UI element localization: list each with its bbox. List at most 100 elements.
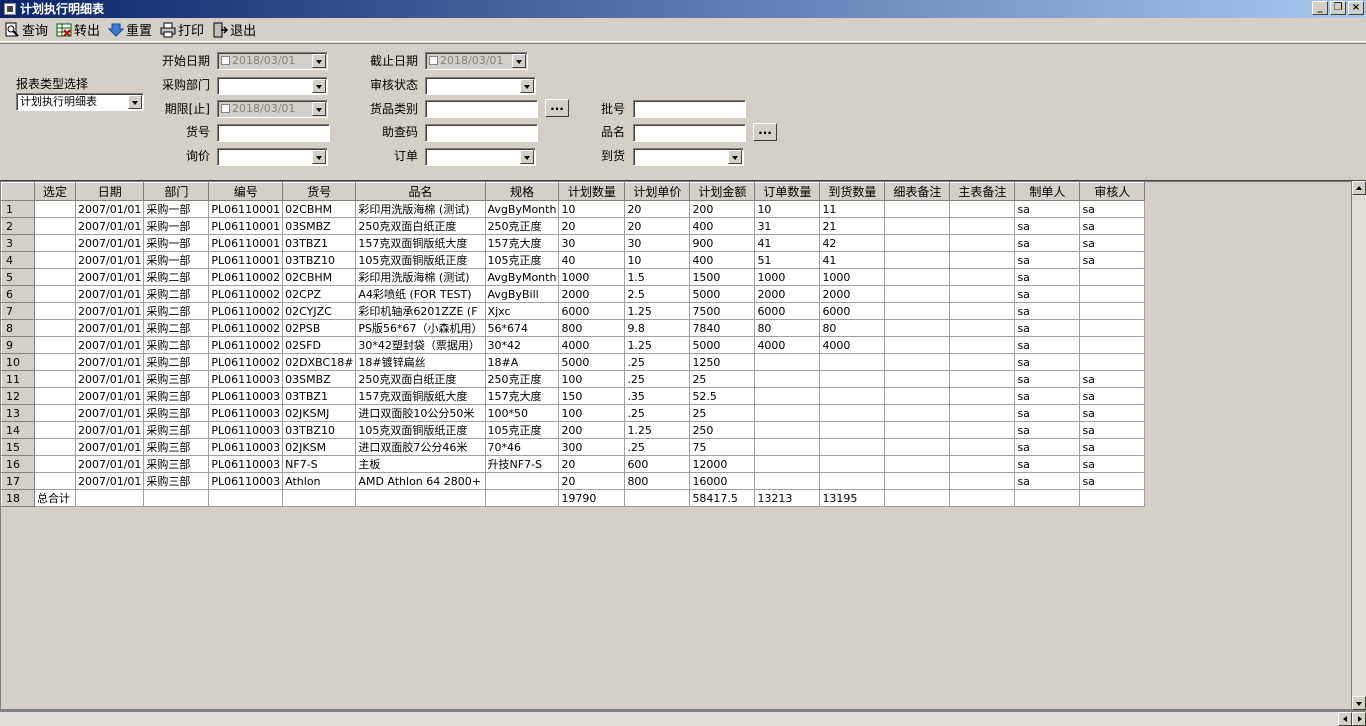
column-header[interactable]: 到货数量: [819, 182, 886, 201]
table-cell[interactable]: 采购三部: [143, 387, 210, 405]
table-cell[interactable]: sa: [1014, 387, 1081, 405]
table-row[interactable]: 1 2007/01/01 采购一部 PL06110001 02CBHM 彩印用洗版海棉 (…: [1, 200, 1146, 218]
table-cell[interactable]: [884, 370, 951, 388]
table-cell[interactable]: [34, 438, 76, 456]
table-cell[interactable]: 02JKSMJ: [282, 404, 357, 422]
table-cell[interactable]: 2000: [754, 285, 821, 303]
scroll-left-button[interactable]: [1338, 712, 1352, 726]
table-cell[interactable]: 1000: [558, 268, 626, 286]
item-name-browse-button[interactable]: ...: [753, 123, 777, 141]
minimize-button[interactable]: _: [1312, 1, 1328, 15]
table-cell[interactable]: sa: [1014, 421, 1081, 439]
table-cell[interactable]: [949, 285, 1016, 303]
column-header[interactable]: 计划数量: [558, 182, 626, 201]
table-cell[interactable]: AvgByMonth: [484, 268, 560, 286]
table-cell[interactable]: 100: [558, 370, 626, 388]
table-cell[interactable]: sa: [1079, 234, 1146, 252]
table-row[interactable]: 14 2007/01/01 采购三部 PL06110003 03TBZ10 105克双面铜…: [1, 421, 1146, 439]
table-cell[interactable]: 彩印机轴承6201ZZE (F: [355, 302, 486, 320]
table-cell[interactable]: sa: [1014, 438, 1081, 456]
table-row[interactable]: 16 2007/01/01 采购三部 PL06110003 NF7-S 主板 升技NF7-S…: [1, 455, 1146, 473]
table-cell[interactable]: 80: [819, 319, 886, 337]
table-cell[interactable]: [949, 268, 1016, 286]
table-cell[interactable]: [949, 217, 1016, 235]
column-header[interactable]: 计划单价: [624, 182, 691, 201]
category-browse-button[interactable]: ...: [545, 99, 569, 117]
table-cell[interactable]: 2007/01/01: [74, 455, 145, 473]
table-cell[interactable]: [884, 336, 951, 354]
table-cell[interactable]: 采购二部: [143, 353, 210, 371]
table-cell[interactable]: .25: [624, 404, 691, 422]
deadline-checkbox[interactable]: [221, 104, 230, 113]
table-cell[interactable]: [1079, 302, 1146, 320]
table-cell[interactable]: [819, 455, 886, 473]
table-cell[interactable]: 31: [754, 217, 821, 235]
table-cell[interactable]: PL06110002: [208, 336, 284, 354]
table-cell[interactable]: PL06110003: [208, 370, 284, 388]
table-cell[interactable]: 采购一部: [143, 200, 210, 218]
table-cell[interactable]: 25: [689, 370, 756, 388]
table-cell[interactable]: 03TBZ1: [282, 387, 357, 405]
table-row[interactable]: 4 2007/01/01 采购一部 PL06110001 03TBZ10 105克双面铜版…: [1, 251, 1146, 269]
table-cell[interactable]: PL06110003: [208, 421, 284, 439]
table-cell[interactable]: AMD Athlon 64 2800+: [355, 472, 486, 490]
table-cell[interactable]: PS版56*67（小森机用）: [355, 319, 486, 337]
table-cell[interactable]: 20: [624, 200, 691, 218]
table-cell[interactable]: sa: [1079, 251, 1146, 269]
table-cell[interactable]: [754, 472, 821, 490]
table-cell[interactable]: [819, 387, 886, 405]
table-cell[interactable]: 02PSB: [282, 319, 357, 337]
table-cell[interactable]: 800: [624, 472, 691, 490]
table-cell[interactable]: 采购二部: [143, 336, 210, 354]
table-cell[interactable]: 21: [819, 217, 886, 235]
table-cell[interactable]: 157克大度: [484, 387, 560, 405]
horizontal-scrollbar[interactable]: [0, 712, 1366, 726]
chevron-down-icon[interactable]: [128, 95, 142, 109]
table-cell[interactable]: 100: [558, 404, 626, 422]
table-row[interactable]: 8 2007/01/01 采购二部 PL06110002 02PSB PS版56*67（小…: [1, 319, 1146, 337]
table-cell[interactable]: [355, 489, 486, 507]
table-cell[interactable]: [949, 438, 1016, 456]
table-cell[interactable]: [884, 268, 951, 286]
table-cell[interactable]: sa: [1079, 370, 1146, 388]
item-name-input[interactable]: [633, 124, 746, 142]
table-cell[interactable]: [754, 438, 821, 456]
table-cell[interactable]: 250克双面白纸正度: [355, 370, 486, 388]
table-cell[interactable]: 6000: [754, 302, 821, 320]
table-cell[interactable]: [949, 353, 1016, 371]
table-cell[interactable]: 18#A: [484, 353, 560, 371]
column-header[interactable]: 主表备注: [949, 182, 1016, 201]
table-cell[interactable]: 2007/01/01: [74, 370, 145, 388]
restore-button[interactable]: ❐: [1330, 1, 1346, 15]
table-cell[interactable]: 1.25: [624, 302, 691, 320]
table-cell[interactable]: 2007/01/01: [74, 353, 145, 371]
table-cell[interactable]: 1000: [819, 268, 886, 286]
table-cell[interactable]: 30: [624, 234, 691, 252]
table-cell[interactable]: [624, 489, 691, 507]
table-cell[interactable]: [884, 319, 951, 337]
table-cell[interactable]: 2007/01/01: [74, 302, 145, 320]
table-cell[interactable]: 80: [754, 319, 821, 337]
deadline-picker[interactable]: 2018/03/01: [217, 100, 328, 118]
table-cell[interactable]: PL06110002: [208, 285, 284, 303]
table-cell[interactable]: PL06110002: [208, 268, 284, 286]
table-cell[interactable]: [34, 370, 76, 388]
table-cell[interactable]: [34, 200, 76, 218]
batch-input[interactable]: [633, 100, 746, 118]
table-cell[interactable]: [949, 421, 1016, 439]
table-cell[interactable]: 18#镀锌扁丝: [355, 353, 486, 371]
table-cell[interactable]: [754, 353, 821, 371]
table-cell[interactable]: 2007/01/01: [74, 234, 145, 252]
table-cell[interactable]: [754, 370, 821, 388]
table-cell[interactable]: sa: [1079, 421, 1146, 439]
table-cell[interactable]: PL06110002: [208, 353, 284, 371]
table-cell[interactable]: Xjxc: [484, 302, 560, 320]
table-cell[interactable]: [34, 251, 76, 269]
table-cell[interactable]: 20: [624, 217, 691, 235]
table-cell[interactable]: PL06110003: [208, 387, 284, 405]
table-cell[interactable]: [1079, 353, 1146, 371]
table-cell[interactable]: 02CBHM: [282, 268, 357, 286]
table-cell[interactable]: [949, 302, 1016, 320]
table-cell[interactable]: 02SFD: [282, 336, 357, 354]
table-cell[interactable]: sa: [1014, 251, 1081, 269]
